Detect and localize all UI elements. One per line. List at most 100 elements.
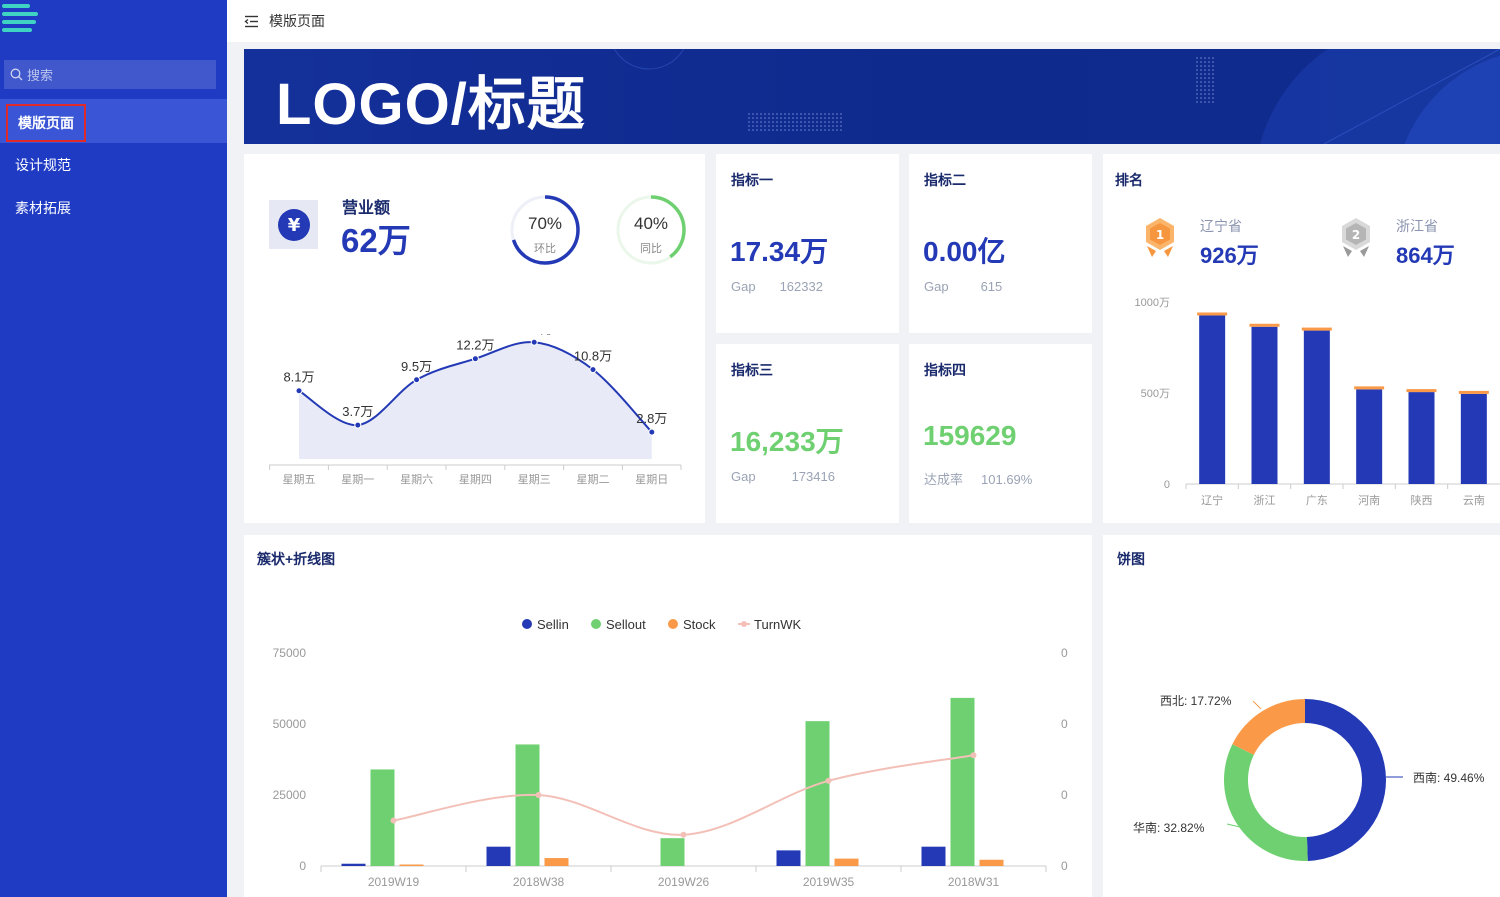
trend-value-label: 10.8万	[574, 349, 612, 364]
rank-1-province: 辽宁省	[1200, 218, 1242, 234]
cluster-card: 簇状+折线图 Sellin Sellout Stock TurnWK 0 0 25000 0 5…	[244, 535, 1092, 897]
trend-point	[648, 428, 656, 436]
ranking-title: 排名	[1115, 172, 1143, 188]
cluster-x-tick-label: 2019W19	[368, 875, 420, 889]
rank-x-tick-label: 辽宁	[1201, 493, 1223, 507]
trend-x-tick-label: 星期六	[400, 473, 433, 486]
kpi-1-sub: Gap 162332	[731, 279, 823, 294]
sidebar-item-assets[interactable]: 素材拓展	[15, 198, 71, 218]
cluster-y-tick: 50000	[273, 717, 307, 731]
kpi-1-title: 指标一	[731, 172, 773, 188]
rank-bar	[1356, 389, 1383, 484]
trend-value-label: 14.3万	[515, 334, 553, 336]
trend-point	[354, 421, 362, 429]
rank-bar-cap	[1249, 323, 1280, 327]
legend-marker	[522, 619, 532, 629]
trend-value-label: 12.2万	[456, 338, 494, 353]
rank-x-tick-label: 陕西	[1411, 493, 1433, 507]
sidebar: 搜索 模版页面 设计规范 素材拓展	[0, 0, 227, 897]
rank-bar-cap	[1197, 312, 1228, 316]
cluster-bar	[370, 769, 395, 866]
kpi-3-value: 16,233万	[730, 426, 844, 457]
rank-x-tick-label: 广东	[1306, 494, 1328, 507]
svg-text:¥: ¥	[287, 215, 300, 236]
trend-value-label: 9.5万	[401, 359, 432, 374]
cluster-x-tick-label: 2018W38	[513, 875, 565, 889]
legend-label: Sellout	[606, 617, 646, 632]
cluster-y2-tick: 0	[1061, 859, 1068, 873]
revenue-card: ¥ 营业额 62万 70% 环比 40% 同比 8.1万 星期五 3.7万 星期一 9.…	[244, 154, 705, 523]
cluster-y2-tick: 0	[1061, 717, 1068, 731]
trend-value-label: 3.7万	[342, 404, 373, 419]
gold-medal-number: 1	[1156, 228, 1164, 242]
sidebar-item-template[interactable]: 模版页面	[6, 104, 86, 142]
yuan-icon: ¥	[269, 200, 318, 249]
banner-title: LOGO/标题	[276, 72, 586, 137]
donut-slice	[1305, 699, 1386, 861]
trend-x-tick-label: 星期二	[577, 473, 610, 486]
ring-yoy-value: 40%	[633, 214, 669, 233]
trend-x-tick-label: 星期日	[635, 473, 668, 486]
ranking-bar-chart: 0 500万 1000万辽宁 浙江 广东 河南 陕西 云南	[1135, 297, 1500, 507]
rank-x-tick-label: 河南	[1358, 494, 1380, 507]
gold-medal-icon: 1	[1146, 218, 1174, 257]
cluster-bar	[399, 864, 424, 866]
search-icon	[10, 68, 23, 81]
rank-y-tick: 500万	[1141, 388, 1170, 400]
trend-point	[589, 366, 597, 374]
kpi-1-value: 17.34万	[730, 236, 829, 267]
cluster-y-tick: 75000	[273, 646, 307, 660]
turnwk-line	[393, 754, 974, 836]
rank-2-value: 864万	[1396, 243, 1455, 268]
trend-point	[530, 338, 538, 346]
trend-x-tick-label: 星期五	[283, 473, 316, 486]
sidebar-item-design-spec[interactable]: 设计规范	[15, 155, 71, 175]
ranking-card: 排名 1 辽宁省 926万 2 浙江省 864万 0 500万 1000万 辽宁 浙江 广…	[1103, 154, 1500, 523]
legend-marker	[741, 621, 747, 627]
legend-marker	[591, 619, 601, 629]
trend-point	[295, 387, 303, 395]
cluster-bar	[776, 850, 801, 866]
silver-medal-icon: 2	[1342, 218, 1370, 257]
cluster-x-tick-label: 2019W26	[658, 875, 710, 889]
turnwk-point	[390, 817, 397, 824]
cluster-line-chart: Sellin Sellout Stock TurnWK 0 0 25000 0 50000 0 75…	[273, 617, 1068, 889]
cluster-x-tick-label: 2019W35	[803, 875, 855, 889]
rank-x-tick-label: 云南	[1463, 494, 1485, 507]
cluster-y2-tick: 0	[1061, 646, 1068, 660]
top-bar: 模版页面	[227, 0, 1500, 42]
ring-mom-value: 70%	[527, 214, 563, 233]
legend-label: TurnWK	[754, 617, 802, 632]
revenue-trend-chart: 8.1万星期五 3.7万星期一 9.5万星期六 12.2万星期四 14.3万星期三 10.…	[269, 334, 682, 486]
turnwk-point	[970, 752, 977, 759]
legend-marker	[668, 619, 678, 629]
rank-y-tick: 1000万	[1135, 297, 1170, 309]
rank-bar	[1460, 393, 1487, 484]
ring-yoy-label: 同比	[640, 243, 662, 255]
cluster-bar	[979, 859, 1004, 866]
kpi-2-value: 0.00亿	[923, 236, 1006, 267]
page-title: 模版页面	[269, 13, 325, 29]
kpi-3-sub: Gap 173416	[731, 469, 835, 484]
rank-bar-cap	[1301, 327, 1332, 331]
rank-1-value: 926万	[1200, 243, 1259, 268]
search-input[interactable]: 搜索	[4, 60, 216, 89]
cluster-title: 簇状+折线图	[257, 551, 336, 567]
kpi-4-value: 159629	[923, 420, 1017, 451]
rank-bar-cap	[1458, 390, 1489, 394]
menu-logo-icon[interactable]	[2, 4, 38, 40]
cluster-bar	[660, 838, 685, 866]
rank-bar	[1303, 330, 1330, 484]
silver-medal-number: 2	[1352, 228, 1360, 242]
region-donut-chart: 西南: 49.46% 华南: 32.82% 西北: 17.72%	[1133, 694, 1485, 861]
banner: LOGO/标题	[244, 49, 1500, 144]
cluster-bar	[834, 858, 859, 866]
rank-x-tick-label: 浙江	[1254, 494, 1276, 507]
rank-y-tick: 0	[1164, 479, 1170, 491]
donut-label-line	[1252, 700, 1262, 710]
pie-card: 饼图 西南: 49.46% 华南: 32.82% 西北: 17.72%	[1103, 535, 1500, 897]
cluster-bar	[544, 858, 569, 866]
menu-fold-icon[interactable]	[244, 15, 259, 28]
rank-bar	[1408, 392, 1435, 484]
trend-value-label: 8.1万	[283, 370, 314, 385]
